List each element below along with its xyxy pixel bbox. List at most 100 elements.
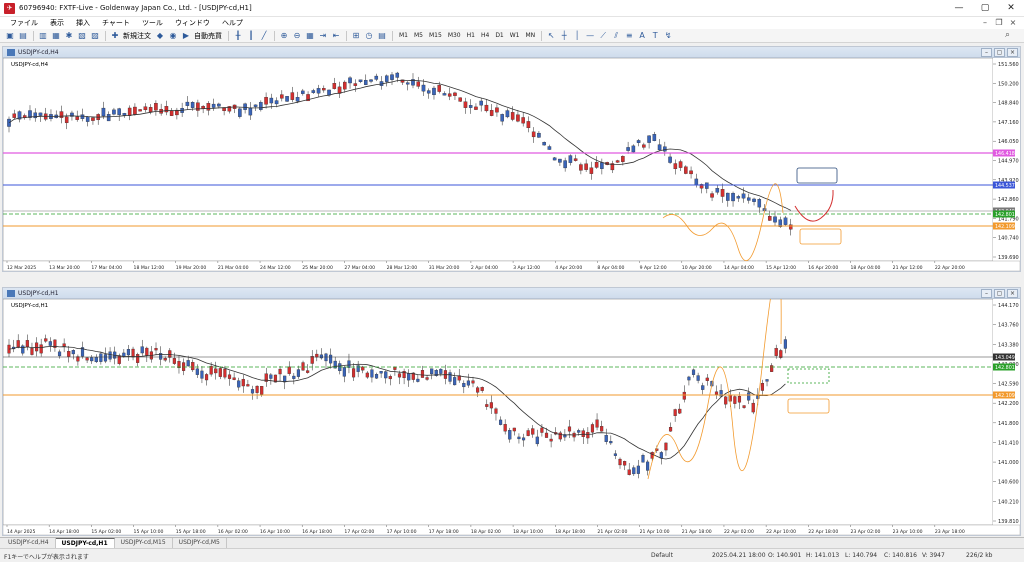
time-axis-label: 21 Apr 12:00	[893, 265, 923, 271]
new-chart-icon[interactable]: ▣	[4, 30, 16, 41]
timeframe-m1[interactable]: M1	[396, 30, 411, 41]
candle	[348, 77, 352, 84]
chart-icon	[7, 48, 15, 56]
market-watch-icon[interactable]: ▥	[37, 30, 49, 41]
timeframe-m5[interactable]: M5	[411, 30, 426, 41]
candle	[393, 366, 397, 370]
trendline-icon[interactable]: ⟋	[597, 30, 609, 41]
candle	[668, 156, 672, 163]
candle	[430, 368, 434, 375]
timeframe-w1[interactable]: W1	[507, 30, 523, 41]
new-order-icon[interactable]: ✚	[109, 30, 121, 41]
menu-window[interactable]: ウィンドウ	[169, 17, 216, 29]
zoom-out-icon[interactable]: ⊖	[291, 30, 303, 41]
chart-maximize-button[interactable]: ▢	[994, 48, 1005, 57]
menu-file[interactable]: ファイル	[4, 17, 44, 29]
candle	[140, 346, 144, 354]
search-icon[interactable]: ⌕	[1005, 30, 1010, 40]
tab-usdjpy-m15[interactable]: USDJPY-cd,M15	[115, 538, 173, 548]
candle	[7, 118, 11, 127]
tab-usdjpy-h1[interactable]: USDJPY-cd,H1	[55, 538, 115, 548]
close-button[interactable]: ✕	[998, 0, 1024, 17]
menu-help[interactable]: ヘルプ	[216, 17, 249, 29]
menu-tools[interactable]: ツール	[136, 17, 169, 29]
chart-maximize-button[interactable]: ▢	[994, 289, 1005, 298]
bar-chart-icon[interactable]: ╫	[232, 30, 244, 41]
mdi-restore-icon[interactable]: ❐	[992, 17, 1006, 29]
price-tag-label: 142.801	[995, 365, 1015, 371]
new-order-button[interactable]: 新規注文	[123, 31, 151, 41]
meta-editor-icon[interactable]: ◆	[154, 30, 166, 41]
vertical-line-icon[interactable]: │	[571, 30, 583, 41]
time-axis-label: 31 Mar 20:00	[429, 265, 460, 271]
periods-icon[interactable]: ◷	[363, 30, 375, 41]
chart-symbol-label: USDJPY-cd,H4	[11, 62, 49, 68]
candle	[356, 365, 360, 372]
chart-shift-icon[interactable]: ⇤	[330, 30, 342, 41]
tile-windows-icon[interactable]: ▦	[304, 30, 316, 41]
terminal-icon[interactable]: ▧	[76, 30, 88, 41]
timeframe-h4[interactable]: H4	[478, 30, 492, 41]
candle	[186, 360, 190, 367]
crosshair-icon[interactable]: ┼	[558, 30, 570, 41]
chart-minimize-button[interactable]: –	[981, 48, 992, 57]
line-chart-icon[interactable]: ╱	[258, 30, 270, 41]
zoom-in-icon[interactable]: ⊕	[278, 30, 290, 41]
candle	[710, 193, 714, 198]
maximize-button[interactable]: ▢	[972, 0, 998, 17]
templates-icon[interactable]: ▤	[376, 30, 388, 41]
chart-close-button[interactable]: ×	[1007, 48, 1018, 57]
price-axis-label: 144.170	[998, 303, 1019, 309]
auto-trading-button[interactable]: 自動売買	[194, 31, 222, 41]
arrows-icon[interactable]: ↯	[662, 30, 674, 41]
timeframe-mn[interactable]: MN	[523, 30, 539, 41]
signals-icon[interactable]: ◉	[167, 30, 179, 41]
candle	[295, 97, 300, 102]
menu-view[interactable]: 表示	[44, 17, 70, 29]
timeframe-h1[interactable]: H1	[464, 30, 478, 41]
auto-trading-icon[interactable]: ▶	[180, 30, 192, 41]
fibonacci-icon[interactable]: ≡	[623, 30, 635, 41]
tab-usdjpy-m5[interactable]: USDJPY-cd,M5	[173, 538, 227, 548]
profiles-icon[interactable]: ▤	[17, 30, 29, 41]
title-bar: ✈ 60796940: FXTF-Live - Goldenway Japan …	[0, 0, 1024, 17]
mdi-minimize-icon[interactable]: –	[978, 17, 992, 29]
indicators-icon[interactable]: ⊞	[350, 30, 362, 41]
candle	[253, 104, 258, 107]
time-axis-label: 17 Apr 18:00	[429, 529, 459, 535]
minimize-button[interactable]: —	[946, 0, 972, 17]
data-window-icon[interactable]: ▦	[50, 30, 62, 41]
price-chart-h1[interactable]: USDJPY-cd,H1144.170143.760143.380142.990…	[3, 299, 1020, 535]
autoscroll-icon[interactable]: ⇥	[317, 30, 329, 41]
candle	[108, 351, 112, 360]
horizontal-line-icon[interactable]: —	[584, 30, 596, 41]
timeframe-m30[interactable]: M30	[445, 30, 464, 41]
chart-minimize-button[interactable]: –	[981, 289, 992, 298]
timeframe-m15[interactable]: M15	[426, 30, 445, 41]
mdi-close-icon[interactable]: ×	[1006, 17, 1020, 29]
label-icon[interactable]: T	[649, 30, 661, 41]
candle	[531, 131, 536, 138]
chart-close-button[interactable]: ×	[1007, 289, 1018, 298]
candle	[127, 107, 132, 116]
candle	[388, 376, 392, 380]
tab-usdjpy-h4[interactable]: USDJPY-cd,H4	[2, 538, 56, 548]
status-datetime: 2025.04.21 18:00	[712, 552, 766, 559]
channel-icon[interactable]: ⫽	[610, 30, 622, 41]
navigator-icon[interactable]: ✱	[63, 30, 75, 41]
strategy-tester-icon[interactable]: ▨	[89, 30, 101, 41]
candle	[584, 163, 588, 170]
candle	[260, 386, 264, 395]
text-icon[interactable]: A	[636, 30, 648, 41]
candle	[246, 384, 250, 387]
price-chart-h4[interactable]: USDJPY-cd,H4 151.560 150.200 148.840 147.160…	[3, 58, 1020, 271]
time-axis-label: 18 Apr 02:00	[471, 529, 501, 535]
candle-chart-icon[interactable]: ┃	[245, 30, 257, 41]
candle	[255, 385, 259, 393]
menu-insert[interactable]: 挿入	[70, 17, 96, 29]
candle	[701, 385, 705, 390]
timeframe-d1[interactable]: D1	[492, 30, 506, 41]
candle	[274, 100, 279, 105]
menu-chart[interactable]: チャート	[96, 17, 136, 29]
cursor-icon[interactable]: ↖	[545, 30, 557, 41]
